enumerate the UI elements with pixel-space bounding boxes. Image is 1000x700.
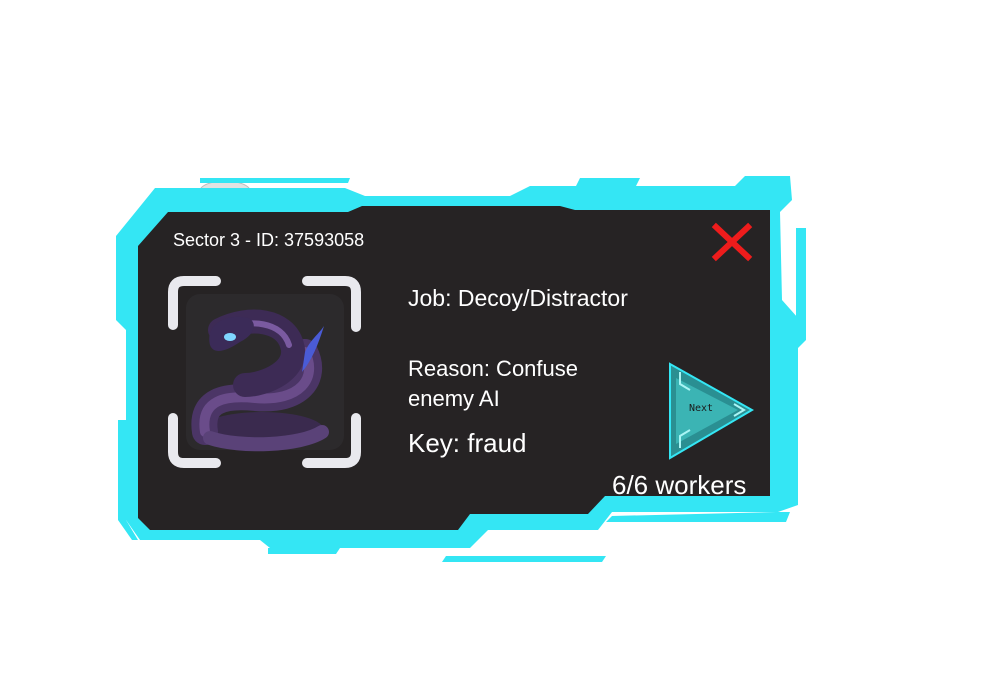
- sector-id-label: Sector 3 - ID: 37593058: [173, 230, 365, 250]
- worker-count: 6/6 workers: [612, 470, 747, 500]
- key-label: Key: fraud: [408, 428, 527, 458]
- sci-fi-frame: [116, 176, 806, 562]
- red-x-close-icon[interactable]: [711, 222, 753, 262]
- worker-card-screen: Next Sector 3 - ID: 37593058 Job: Decoy/…: [0, 0, 1000, 700]
- next-button[interactable]: [664, 360, 756, 462]
- purple-serpent-icon: [191, 309, 329, 452]
- reason-label: Reason: Confuse enemy AI: [408, 356, 578, 411]
- job-label: Job: Decoy/Distractor: [408, 285, 628, 311]
